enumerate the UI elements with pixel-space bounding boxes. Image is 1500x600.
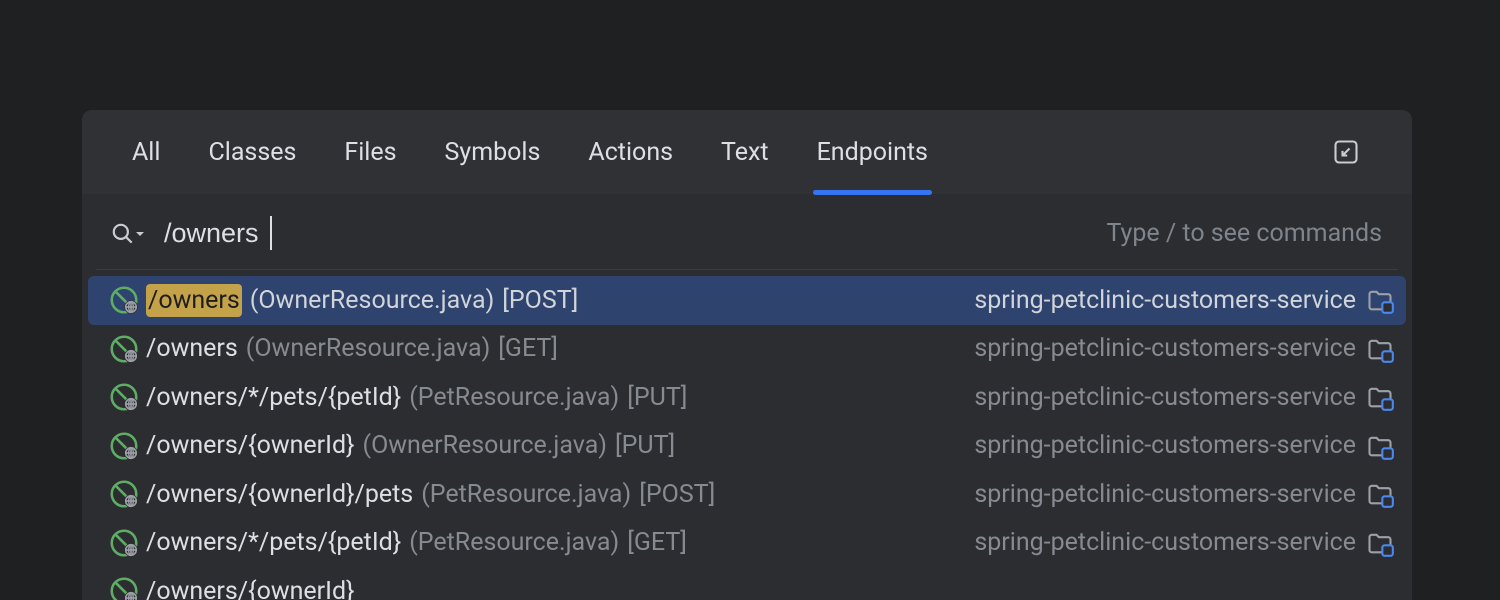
result-path: /owners/*/pets/{petId} xyxy=(146,383,401,412)
endpoint-icon xyxy=(110,286,138,314)
result-module-wrap: spring-petclinic-customers-service xyxy=(974,480,1394,509)
result-module-wrap: spring-petclinic-customers-service xyxy=(974,431,1394,460)
result-row[interactable]: /owners/{ownerId} (OwnerResource.java) [PU… xyxy=(82,422,1412,471)
tab-text[interactable]: Text xyxy=(721,110,769,195)
endpoint-icon xyxy=(110,577,138,600)
result-path: /owners/{ownerId}/pets xyxy=(146,480,413,509)
result-row[interactable]: /owners/*/pets/{petId} (PetResource.java)… xyxy=(82,519,1412,568)
result-path: /owners/{ownerId} xyxy=(146,577,355,600)
result-file: (OwnerResource.java) xyxy=(250,286,494,315)
result-file: (OwnerResource.java) xyxy=(363,431,607,460)
module-icon xyxy=(1366,529,1394,557)
result-method: [PUT] xyxy=(627,383,687,412)
result-file: (OwnerResource.java) xyxy=(246,334,490,363)
result-row[interactable]: /owners/{ownerId} xyxy=(82,567,1412,600)
tabs-bar: All Classes Files Symbols Actions Text Endpoin… xyxy=(82,110,1412,194)
module-icon xyxy=(1366,480,1394,508)
result-module: spring-petclinic-customers-service xyxy=(974,528,1356,557)
tab-actions[interactable]: Actions xyxy=(588,110,673,195)
result-module: spring-petclinic-customers-service xyxy=(974,383,1356,412)
search-icon[interactable] xyxy=(110,221,146,247)
result-method: [POST] xyxy=(639,480,715,509)
tab-endpoints[interactable]: Endpoints xyxy=(817,110,928,195)
module-icon xyxy=(1366,432,1394,460)
result-module-wrap: spring-petclinic-customers-service xyxy=(974,334,1394,363)
result-row[interactable]: /owners/{ownerId}/pets (PetResource.java)… xyxy=(82,470,1412,519)
result-text: /owners/*/pets/{petId} (PetResource.java)… xyxy=(146,528,687,557)
text-caret xyxy=(270,216,272,250)
result-text: /owners/*/pets/{petId} (PetResource.java)… xyxy=(146,383,687,412)
result-module: spring-petclinic-customers-service xyxy=(974,480,1356,509)
result-path: /owners/*/pets/{petId} xyxy=(146,528,401,557)
result-text: /owners/{ownerId}/pets (PetResource.java)… xyxy=(146,480,715,509)
result-module: spring-petclinic-customers-service xyxy=(974,431,1356,460)
result-module-wrap: spring-petclinic-customers-service xyxy=(974,383,1394,412)
module-icon xyxy=(1366,286,1394,314)
result-row[interactable]: /owners (OwnerResource.java) [POST] spring-… xyxy=(88,276,1406,325)
result-method: [POST] xyxy=(502,286,578,315)
search-input[interactable] xyxy=(156,214,1097,253)
result-text: /owners (OwnerResource.java) [GET] xyxy=(146,334,558,363)
result-method: [GET] xyxy=(498,334,558,363)
search-hint: Type / to see commands xyxy=(1107,219,1383,248)
tab-all[interactable]: All xyxy=(132,110,160,195)
result-file: (PetResource.java) xyxy=(409,528,619,557)
result-module-wrap: spring-petclinic-customers-service xyxy=(974,286,1394,315)
module-icon xyxy=(1366,335,1394,363)
module-icon xyxy=(1366,383,1394,411)
result-row[interactable]: /owners (OwnerResource.java) [GET] spring-p… xyxy=(82,325,1412,374)
tab-files[interactable]: Files xyxy=(344,110,396,195)
result-file: (PetResource.java) xyxy=(409,383,619,412)
tab-classes[interactable]: Classes xyxy=(208,110,296,195)
result-module: spring-petclinic-customers-service xyxy=(974,334,1356,363)
endpoint-icon xyxy=(110,432,138,460)
tabs-container: All Classes Files Symbols Actions Text Endpoin… xyxy=(132,110,928,195)
tab-symbols[interactable]: Symbols xyxy=(445,110,541,195)
result-path: /owners xyxy=(146,334,238,363)
endpoint-icon xyxy=(110,383,138,411)
search-input-wrap xyxy=(156,214,1097,253)
result-path: /owners/{ownerId} xyxy=(146,431,355,460)
result-module-wrap: spring-petclinic-customers-service xyxy=(974,528,1394,557)
endpoint-icon xyxy=(110,480,138,508)
search-row: Type / to see commands xyxy=(82,194,1412,267)
results-list: /owners(OwnerResource.java)[POST]spring-… xyxy=(82,270,1412,600)
result-text: /owners/{ownerId} xyxy=(146,577,355,600)
result-row[interactable]: /owners/*/pets/{petId} (PetResource.java)… xyxy=(82,373,1412,422)
search-everywhere-popup: All Classes Files Symbols Actions Text Endpoin… xyxy=(82,110,1412,600)
endpoint-icon xyxy=(110,529,138,557)
endpoint-icon xyxy=(110,335,138,363)
result-text: /owners/{ownerId} (OwnerResource.java) [PU… xyxy=(146,431,675,460)
result-text: /owners (OwnerResource.java) [POST] xyxy=(146,284,578,317)
result-path: /owners xyxy=(146,284,242,317)
open-in-tool-window-button[interactable] xyxy=(1332,138,1360,166)
result-module: spring-petclinic-customers-service xyxy=(974,286,1356,315)
result-method: [PUT] xyxy=(615,431,675,460)
result-method: [GET] xyxy=(627,528,687,557)
result-file: (PetResource.java) xyxy=(421,480,631,509)
